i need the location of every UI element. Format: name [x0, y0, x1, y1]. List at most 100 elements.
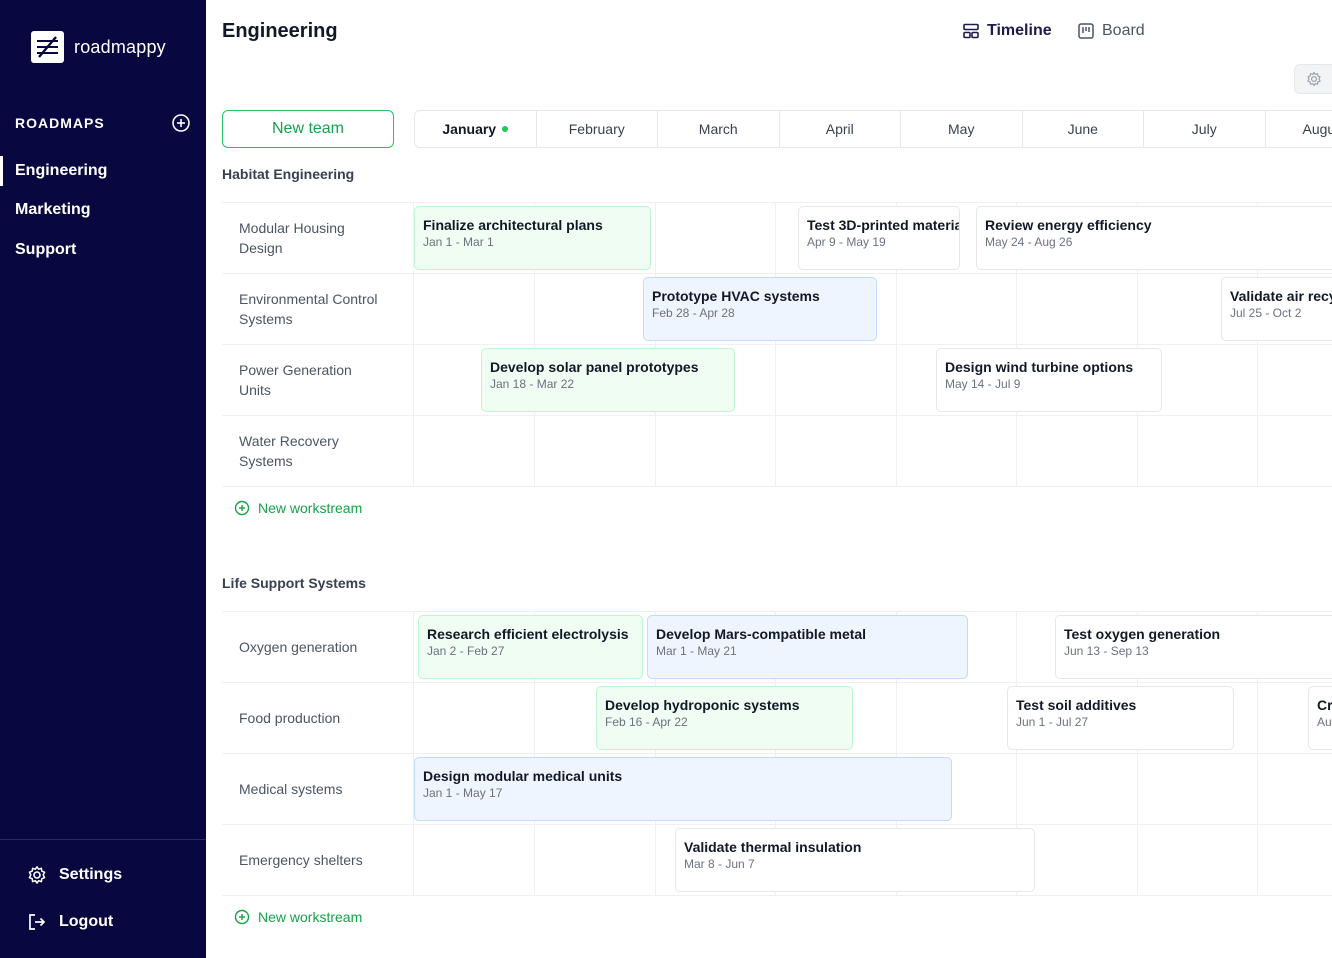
- workstream-name: Oxygen generation: [239, 639, 358, 655]
- item-title: Finalize architectural plans: [423, 217, 603, 233]
- workstream-label[interactable]: Modular Housing Design: [222, 203, 414, 273]
- month-label: January: [442, 121, 497, 137]
- item-dates: Jan 18 - Mar 22: [490, 377, 575, 391]
- logout-label: Logout: [59, 913, 114, 930]
- roadmap-settings-button[interactable]: [1294, 64, 1332, 94]
- workstream-label[interactable]: Emergency shelters: [222, 825, 414, 895]
- item-dates: Jan 1 - May 17: [423, 786, 503, 800]
- item-dates: Mar 8 - Jun 7: [684, 857, 755, 871]
- roadmap-item[interactable]: Prototype HVAC systems Feb 28 - Apr 28: [643, 277, 877, 341]
- new-workstream-label: New workstream: [258, 500, 363, 516]
- month-april[interactable]: April: [780, 111, 901, 147]
- workstream-row: Emergency shelters Validate thermal insu…: [222, 825, 1332, 896]
- workstream-label[interactable]: Oxygen generation: [222, 612, 414, 682]
- item-title: Design modular medical units: [423, 768, 623, 784]
- workstream-label[interactable]: Environmental Control Systems: [222, 274, 414, 344]
- month-january[interactable]: January: [415, 111, 537, 147]
- item-dates: Apr 9 - May 19: [807, 235, 886, 249]
- section-title: Life Support Systems: [222, 575, 366, 591]
- sidebar-item-support[interactable]: Support: [0, 235, 206, 265]
- new-team-button[interactable]: New team: [222, 110, 394, 148]
- new-workstream-button[interactable]: New workstream: [234, 909, 362, 925]
- new-workstream-button[interactable]: New workstream: [234, 500, 362, 516]
- roadmap-item[interactable]: Develop solar panel prototypes Jan 18 - …: [481, 348, 735, 412]
- gear-icon: [1307, 71, 1321, 87]
- item-title: Research efficient electrolysis: [427, 626, 629, 642]
- item-title: Design wind turbine options: [945, 359, 1134, 375]
- workstream-name: Power Generation Units: [239, 362, 352, 398]
- workstream-row: Oxygen generation Research efficient ele…: [222, 612, 1332, 683]
- timeline-view-button[interactable]: Timeline: [962, 22, 1052, 40]
- add-roadmap-button[interactable]: [171, 113, 191, 133]
- month-label: February: [568, 121, 625, 137]
- roadmap-item[interactable]: Cr Au: [1308, 686, 1332, 750]
- workstream-row: Food production Develop hydroponic syste…: [222, 683, 1332, 754]
- month-may[interactable]: May: [901, 111, 1023, 147]
- sidebar-item-label: Support: [15, 241, 77, 258]
- item-title: Cr: [1317, 697, 1332, 713]
- item-title: Validate thermal insulation: [684, 839, 862, 855]
- workstream-name: Medical systems: [239, 781, 343, 797]
- workstream-label[interactable]: Food production: [222, 683, 414, 753]
- workstream-label[interactable]: Medical systems: [222, 754, 414, 824]
- item-dates: Feb 16 - Apr 22: [605, 715, 688, 729]
- sidebar-item-engineering[interactable]: Engineering: [0, 156, 206, 186]
- app-root: roadmappy ROADMAPS Engineering Marketing…: [0, 0, 1332, 958]
- workstream-label[interactable]: Water Recovery Systems: [222, 416, 414, 486]
- roadmap-item[interactable]: Research efficient electrolysis Jan 2 - …: [418, 615, 643, 679]
- item-dates: May 24 - Aug 26: [985, 235, 1073, 249]
- roadmap-item[interactable]: Test soil additives Jun 1 - Jul 27: [1007, 686, 1234, 750]
- month-label: August: [1302, 121, 1332, 137]
- month-july[interactable]: July: [1144, 111, 1266, 147]
- item-dates: May 14 - Jul 9: [945, 377, 1021, 391]
- item-title: Review energy efficiency: [985, 217, 1152, 233]
- month-june[interactable]: June: [1023, 111, 1144, 147]
- roadmap-item[interactable]: Test oxygen generation Jun 13 - Sep 13: [1055, 615, 1332, 679]
- sidebar-item-marketing[interactable]: Marketing: [0, 195, 206, 225]
- workstream-name: Environmental Control Systems: [239, 291, 378, 327]
- roadmap-item[interactable]: Review energy efficiency May 24 - Aug 26: [976, 206, 1332, 270]
- new-workstream-label: New workstream: [258, 909, 363, 925]
- logout-button[interactable]: Logout: [27, 912, 113, 932]
- month-august[interactable]: August: [1266, 111, 1332, 147]
- item-dates: Mar 1 - May 21: [656, 644, 737, 658]
- plus-circle-icon: [234, 909, 250, 925]
- workstream-grid: Modular Housing Design Finalize architec…: [222, 202, 1332, 487]
- workstream-row: Medical systems Design modular medical u…: [222, 754, 1332, 825]
- item-title: Develop solar panel prototypes: [490, 359, 699, 375]
- item-title: Develop Mars-compatible metal: [656, 626, 867, 642]
- item-dates: Jun 13 - Sep 13: [1064, 644, 1149, 658]
- roadmap-item[interactable]: Develop hydroponic systems Feb 16 - Apr …: [596, 686, 853, 750]
- item-dates: Jan 2 - Feb 27: [427, 644, 505, 658]
- brand[interactable]: roadmappy: [31, 31, 166, 63]
- month-label: April: [825, 121, 854, 137]
- roadmap-item[interactable]: Design modular medical units Jan 1 - May…: [414, 757, 952, 821]
- roadmap-item[interactable]: Test 3D-printed materials Apr 9 - May 19: [798, 206, 960, 270]
- brand-name: roadmappy: [74, 36, 166, 57]
- month-february[interactable]: February: [537, 111, 658, 147]
- logout-icon: [27, 912, 47, 932]
- roadmap-item[interactable]: Design wind turbine options May 14 - Jul…: [936, 348, 1162, 412]
- board-view-label: Board: [1102, 22, 1145, 39]
- item-title: Prototype HVAC systems: [652, 288, 820, 304]
- month-label: March: [698, 121, 738, 137]
- workstream-row: Modular Housing Design Finalize architec…: [222, 203, 1332, 274]
- workstream-grid: Oxygen generation Research efficient ele…: [222, 611, 1332, 896]
- settings-button[interactable]: Settings: [27, 865, 122, 885]
- workstream-label[interactable]: Power Generation Units: [222, 345, 414, 415]
- month-march[interactable]: March: [658, 111, 780, 147]
- roadmap-item[interactable]: Finalize architectural plans Jan 1 - Mar…: [414, 206, 651, 270]
- item-dates: Au: [1317, 715, 1332, 729]
- sidebar-item-label: Engineering: [15, 162, 108, 179]
- roadmap-item[interactable]: Validate thermal insulation Mar 8 - Jun …: [675, 828, 1035, 892]
- board-view-button[interactable]: Board: [1077, 22, 1145, 40]
- workstream-name: Food production: [239, 710, 341, 726]
- roadmap-item[interactable]: Develop Mars-compatible metal Mar 1 - Ma…: [647, 615, 968, 679]
- plus-circle-icon: [234, 500, 250, 516]
- item-title: Test soil additives: [1016, 697, 1137, 713]
- workstream-name: Emergency shelters: [239, 852, 363, 868]
- item-dates: Jul 25 - Oct 2: [1230, 306, 1302, 320]
- month-header: January February March April May June Ju…: [414, 110, 1332, 148]
- roadmap-item[interactable]: Validate air recycling Jul 25 - Oct 2: [1221, 277, 1332, 341]
- plus-circle-icon: [172, 114, 190, 132]
